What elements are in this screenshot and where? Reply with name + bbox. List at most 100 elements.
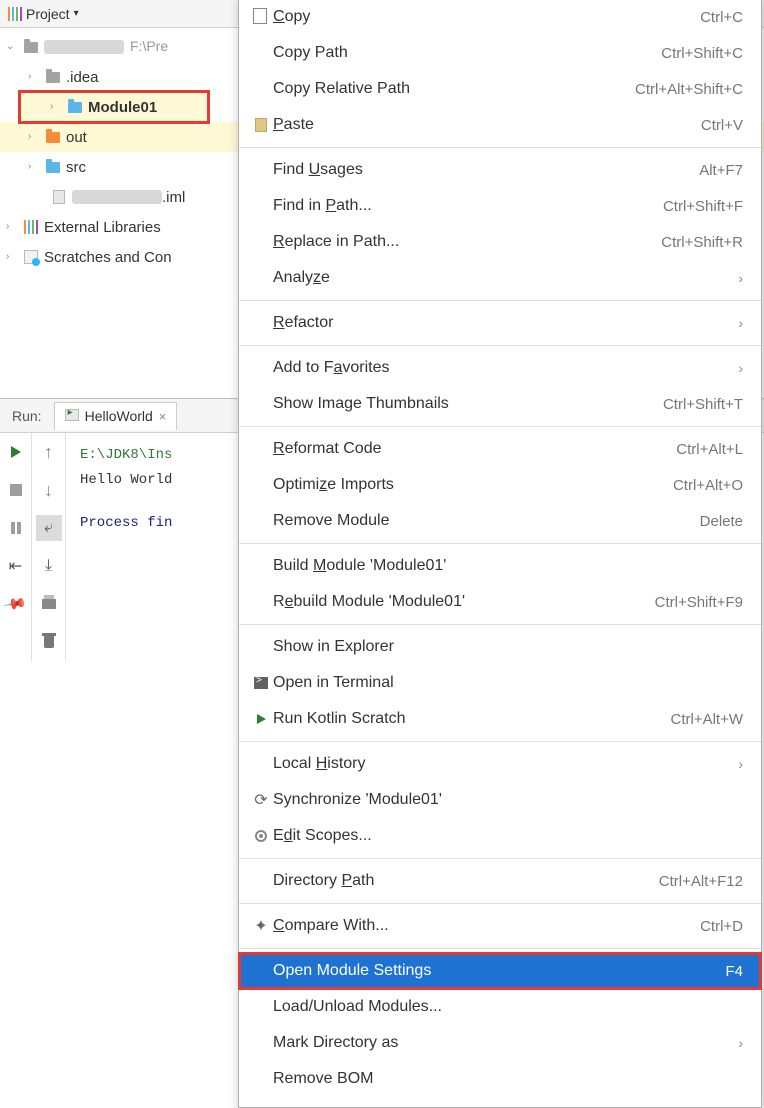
scratches-icon <box>22 248 40 266</box>
project-view-dropdown[interactable]: ▾ <box>74 8 79 19</box>
menu-add-to-favorites[interactable]: Add to Favorites › <box>239 350 761 386</box>
menu-remove-bom[interactable]: Remove BOM <box>239 1061 761 1097</box>
menu-show-in-explorer[interactable]: Show in Explorer <box>239 629 761 665</box>
expander-icon[interactable]: › <box>28 70 44 84</box>
mnemonic: z <box>313 269 321 286</box>
menu-reformat-code[interactable]: Reformat Code Ctrl+Alt+L <box>239 431 761 467</box>
menu-run-kotlin-scratch[interactable]: Run Kotlin Scratch Ctrl+Alt+W <box>239 701 761 737</box>
menu-load-unload-modules[interactable]: Load/Unload Modules... <box>239 989 761 1025</box>
run-tab-helloworld[interactable]: HelloWorld × <box>54 402 178 430</box>
menu-refactor[interactable]: Refactor › <box>239 305 761 341</box>
expander-icon[interactable]: › <box>28 130 44 144</box>
menu-local-history[interactable]: Local History › <box>239 746 761 782</box>
copy-icon <box>249 10 273 24</box>
menu-label: Remove BOM <box>273 1070 373 1088</box>
out-folder-icon <box>44 128 62 146</box>
expander-icon[interactable]: › <box>6 250 22 264</box>
layout-button[interactable]: ⇤ <box>3 553 29 579</box>
src-folder-icon <box>44 158 62 176</box>
node-label: out <box>66 127 87 148</box>
mnemonic: C <box>273 8 285 25</box>
menu-label: Mark Directory as <box>273 1034 398 1052</box>
mnemonic: R <box>273 314 285 331</box>
console-path-line: E:\JDK8\Ins <box>80 443 172 468</box>
mnemonic: d <box>284 827 293 844</box>
menu-open-module-settings[interactable]: Open Module Settings F4 <box>239 953 761 989</box>
menu-rebuild-module[interactable]: Rebuild Module 'Module01' Ctrl+Shift+F9 <box>239 584 761 620</box>
mnemonic: R <box>273 233 285 250</box>
mnemonic: P <box>341 872 352 889</box>
target-icon <box>249 830 273 842</box>
console-exit-line: Process fin <box>80 511 172 536</box>
shortcut: F4 <box>725 963 743 980</box>
menu-label: Synchronize 'Module01' <box>273 791 442 809</box>
node-label: External Libraries <box>44 217 161 238</box>
menu-open-in-terminal[interactable]: Open in Terminal <box>239 665 761 701</box>
up-button[interactable]: ↑ <box>36 439 62 465</box>
shortcut: Ctrl+Alt+Shift+C <box>635 81 743 98</box>
node-label: Scratches and Con <box>44 247 172 268</box>
menu-label: Open in Terminal <box>273 674 394 692</box>
tree-node-module01[interactable]: › Module01 <box>20 92 208 122</box>
console-output[interactable]: E:\JDK8\Ins Hello World Process fin <box>66 433 186 661</box>
menu-edit-scopes[interactable]: Edit Scopes... <box>239 818 761 854</box>
expander-icon[interactable]: › <box>50 100 66 114</box>
menu-label: Show Image Thumbnails <box>273 395 449 413</box>
clear-button[interactable] <box>36 629 62 655</box>
expander-icon[interactable]: ⌄ <box>6 40 22 54</box>
mnemonic: z <box>319 476 327 493</box>
shortcut: Ctrl+V <box>701 117 743 134</box>
play-icon <box>249 714 273 724</box>
run-tab-label: HelloWorld <box>85 408 153 424</box>
shortcut: Ctrl+Shift+C <box>661 45 743 62</box>
print-button[interactable] <box>36 591 62 617</box>
menu-mark-directory-as[interactable]: Mark Directory as › <box>239 1025 761 1061</box>
stop-button[interactable] <box>3 477 29 503</box>
pin-button[interactable]: 📌 <box>3 591 29 617</box>
console-out-line: Hello World <box>80 468 172 493</box>
root-path-hint: F:\Pre <box>130 37 168 57</box>
compare-icon: ✦ <box>249 916 273 936</box>
scroll-to-end-button[interactable]: ⤓ <box>36 553 62 579</box>
menu-build-module[interactable]: Build Module 'Module01' <box>239 548 761 584</box>
project-title: Project <box>26 6 70 22</box>
down-button[interactable]: ↓ <box>36 477 62 503</box>
shortcut: Ctrl+Alt+L <box>676 441 743 458</box>
menu-find-usages[interactable]: Find Usages Alt+F7 <box>239 152 761 188</box>
menu-directory-path[interactable]: Directory Path Ctrl+Alt+F12 <box>239 863 761 899</box>
menu-synchronize[interactable]: ⟳ Synchronize 'Module01' <box>239 782 761 818</box>
expander-icon[interactable]: › <box>6 220 22 234</box>
menu-replace-in-path[interactable]: Replace in Path... Ctrl+Shift+R <box>239 224 761 260</box>
menu-separator <box>239 426 761 427</box>
menu-separator <box>239 147 761 148</box>
menu-paste[interactable]: Paste Ctrl+V <box>239 107 761 143</box>
menu-find-in-path[interactable]: Find in Path... Ctrl+Shift+F <box>239 188 761 224</box>
menu-copy[interactable]: Copy Ctrl+C <box>239 0 761 35</box>
soft-wrap-button[interactable]: ⤶ <box>36 515 62 541</box>
mnemonic: e <box>285 593 294 610</box>
menu-copy-path[interactable]: Copy Path Ctrl+Shift+C <box>239 35 761 71</box>
menu-separator <box>239 543 761 544</box>
menu-show-image-thumbnails[interactable]: Show Image Thumbnails Ctrl+Shift+T <box>239 386 761 422</box>
close-icon[interactable]: × <box>159 409 167 424</box>
submenu-arrow-icon: › <box>738 315 743 331</box>
folder-icon <box>44 68 62 86</box>
pause-button[interactable] <box>3 515 29 541</box>
run-button[interactable] <box>3 439 29 465</box>
menu-analyze[interactable]: Analyze › <box>239 260 761 296</box>
module-folder-icon <box>66 98 84 116</box>
submenu-arrow-icon: › <box>738 270 743 286</box>
expander-icon[interactable]: › <box>28 160 44 174</box>
menu-separator <box>239 300 761 301</box>
menu-optimize-imports[interactable]: Optimize Imports Ctrl+Alt+O <box>239 467 761 503</box>
menu-label: Remove Module <box>273 512 390 530</box>
menu-label: Open Module Settings <box>273 962 431 980</box>
menu-copy-relative-path[interactable]: Copy Relative Path Ctrl+Alt+Shift+C <box>239 71 761 107</box>
menu-separator <box>239 903 761 904</box>
node-label: .iml <box>162 187 185 208</box>
menu-remove-module[interactable]: Remove Module Delete <box>239 503 761 539</box>
menu-compare-with[interactable]: ✦ Compare With... Ctrl+D <box>239 908 761 944</box>
mnemonic: U <box>309 161 321 178</box>
node-label: .idea <box>66 67 99 88</box>
mnemonic: P <box>273 116 284 133</box>
